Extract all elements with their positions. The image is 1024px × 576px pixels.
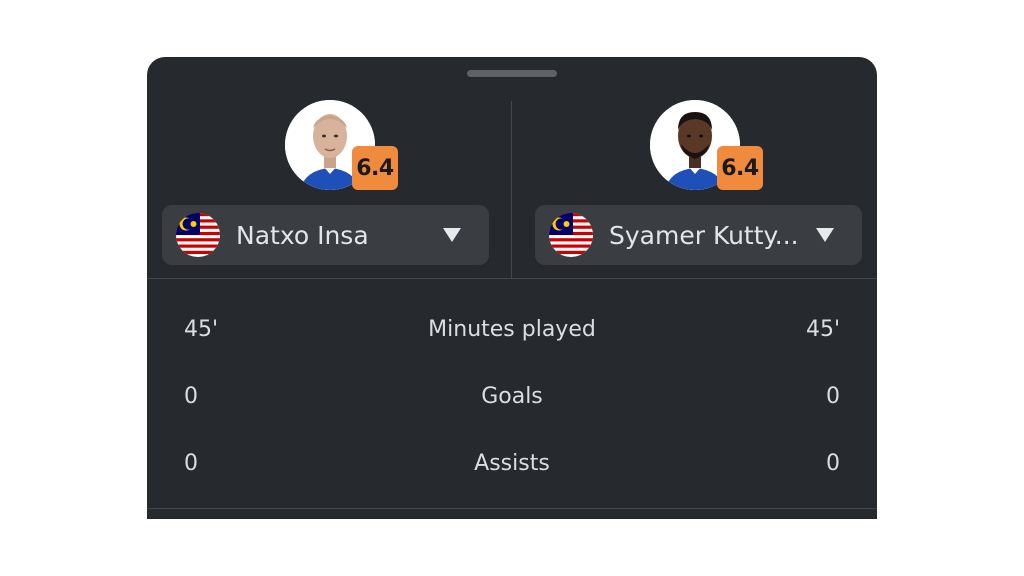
player-left-selector[interactable]: Natxo Insa	[162, 205, 489, 265]
stat-label: Goals	[481, 384, 543, 409]
header-divider	[147, 278, 877, 279]
chevron-down-icon[interactable]	[816, 228, 834, 242]
footer-divider	[147, 508, 877, 509]
player-right-panel: 6.4 Syamer Kutty...	[535, 57, 875, 279]
stat-label: Assists	[474, 451, 550, 476]
player-left-panel: 6.4 Natxo Insa	[162, 57, 502, 279]
player-right-rating-badge: 6.4	[717, 146, 763, 190]
player-right-name: Syamer Kutty...	[609, 220, 799, 250]
stat-row-minutes-played: 45' Minutes played 45'	[147, 309, 877, 349]
stat-right-value: 0	[826, 451, 840, 476]
vertical-divider	[511, 101, 512, 279]
player-left-rating-badge: 6.4	[352, 146, 398, 190]
stat-right-value: 45'	[805, 317, 840, 342]
player-comparison-sheet: 6.4 Natxo Insa 6.4 Syamer Kutty... 45' M…	[147, 57, 877, 519]
stat-row-assists: 0 Assists 0	[147, 443, 877, 483]
malaysia-flag-icon	[549, 213, 593, 257]
malaysia-flag-icon	[176, 213, 220, 257]
stat-right-value: 0	[826, 384, 840, 409]
stat-row-goals: 0 Goals 0	[147, 376, 877, 416]
stat-label: Minutes played	[428, 317, 596, 342]
player-left-name: Natxo Insa	[236, 220, 369, 250]
player-right-selector[interactable]: Syamer Kutty...	[535, 205, 862, 265]
chevron-down-icon[interactable]	[443, 228, 461, 242]
